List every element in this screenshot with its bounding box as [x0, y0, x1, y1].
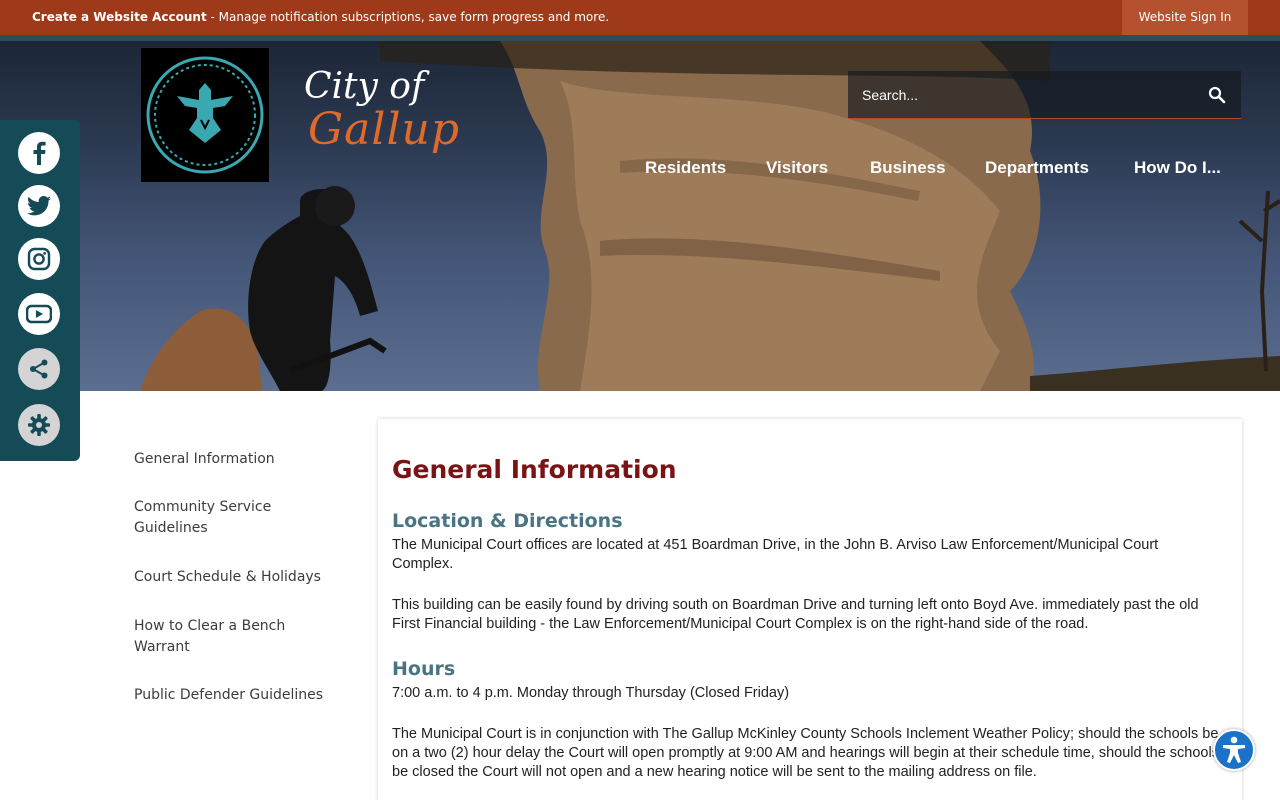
share-icon[interactable]: [18, 348, 60, 390]
thunderbird-seal-icon: [146, 56, 264, 174]
search-icon[interactable]: [1208, 86, 1226, 104]
youtube-icon[interactable]: [18, 293, 60, 335]
sidebar-item-court-schedule-holidays[interactable]: Court Schedule & Holidays: [134, 567, 334, 588]
nav-residents[interactable]: Residents: [645, 158, 726, 178]
section-heading-location: Location & Directions: [392, 510, 623, 532]
website-sign-in-button[interactable]: Website Sign In: [1122, 0, 1248, 35]
create-account-label[interactable]: Create a Website Account: [32, 10, 207, 24]
page-title: General Information: [392, 455, 677, 484]
city-seal-logo[interactable]: [141, 48, 269, 182]
create-account-description: - Manage notification subscriptions, sav…: [206, 10, 610, 24]
twitter-icon[interactable]: [18, 185, 60, 227]
sidebar-item-clear-bench-warrant[interactable]: How to Clear a Bench Warrant: [134, 616, 334, 657]
hours-paragraph-2: The Municipal Court is in conjunction wi…: [392, 726, 1219, 780]
top-bar: Create a Website Account - Manage notifi…: [0, 0, 1280, 35]
instagram-icon[interactable]: [18, 238, 60, 280]
facebook-icon[interactable]: [18, 132, 60, 174]
logo-name-text[interactable]: Gallup: [308, 104, 460, 155]
search-box: [848, 71, 1241, 119]
accessibility-icon[interactable]: [1213, 729, 1255, 771]
nav-departments[interactable]: Departments: [985, 158, 1089, 178]
nav-visitors[interactable]: Visitors: [766, 158, 828, 178]
location-paragraph-1: The Municipal Court offices are located …: [392, 537, 1159, 572]
logo-city-text[interactable]: City of: [304, 66, 424, 107]
settings-icon[interactable]: [18, 404, 60, 446]
search-input[interactable]: [862, 85, 1192, 105]
nav-how-do-i[interactable]: How Do I...: [1134, 158, 1221, 178]
sidebar-item-public-defender-guidelines[interactable]: Public Defender Guidelines: [134, 685, 334, 706]
section-heading-hours: Hours: [392, 658, 456, 680]
create-account-link[interactable]: Create a Website Account - Manage notifi…: [32, 10, 609, 24]
sidebar-item-general-information[interactable]: General Information: [134, 449, 334, 470]
location-paragraph-2: This building can be easily found by dri…: [392, 597, 1199, 632]
sidebar-item-community-service-guidelines[interactable]: Community Service Guidelines: [134, 497, 334, 538]
hours-paragraph-1: 7:00 a.m. to 4 p.m. Monday through Thurs…: [392, 685, 790, 701]
social-sidebar: [0, 120, 80, 461]
nav-business[interactable]: Business: [870, 158, 946, 178]
